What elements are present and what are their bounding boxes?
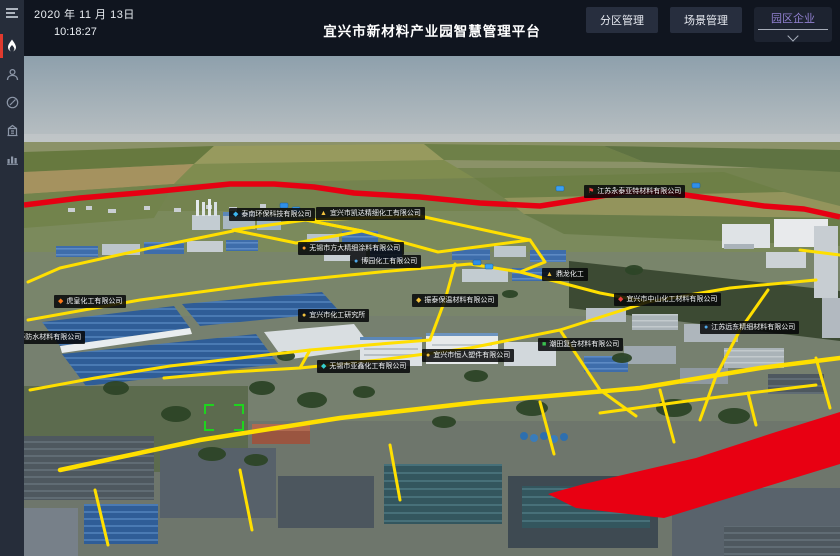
company-marker-icon: ◆	[416, 297, 421, 304]
company-label[interactable]: ◆宜兴市中山化工材料有限公司	[614, 293, 721, 306]
company-label-text: 振泰保温材料有限公司	[424, 296, 494, 305]
company-marker-icon: ●	[302, 312, 306, 319]
company-marker-icon: ■	[542, 341, 546, 348]
company-label[interactable]: ▲鼎龙化工	[542, 268, 588, 281]
sidebar-item-fire-monitor[interactable]	[0, 32, 24, 60]
company-marker-icon: ●	[704, 324, 708, 331]
company-marker-icon: ▲	[320, 210, 327, 217]
company-label-text: 江苏龙泰防水材料有限公司	[24, 333, 81, 342]
sidebar	[0, 0, 24, 556]
park-enterprise-dropdown[interactable]: 园区企业	[754, 7, 832, 42]
person-icon	[6, 68, 19, 81]
company-label-text: 博园化工有限公司	[361, 257, 417, 266]
sidebar-item-personnel[interactable]	[0, 60, 24, 88]
company-label-text: 无锡市亚鑫化工有限公司	[329, 362, 406, 371]
company-marker-icon: ◆	[618, 296, 623, 303]
company-label-text: 鼎龙化工	[556, 270, 584, 279]
company-label[interactable]: ■潮田复合材料有限公司	[538, 338, 623, 351]
company-marker-icon: ●	[426, 352, 430, 359]
header-actions: 分区管理 场景管理 园区企业	[586, 7, 832, 42]
company-marker-icon: ●	[354, 258, 358, 265]
company-marker-icon: ◆	[58, 298, 63, 305]
building-icon	[6, 124, 19, 137]
sidebar-item-enterprise[interactable]	[0, 116, 24, 144]
company-label-text: 泰南环保科技有限公司	[241, 210, 311, 219]
company-label-text: 宜兴市化工研究所	[309, 311, 365, 320]
park-enterprise-dropdown-label: 园区企业	[758, 10, 828, 30]
company-label-text: 宜兴市中山化工材料有限公司	[626, 295, 717, 304]
header-bar: 2020 年 11 月 13日 10:18:27 宜兴市新材料产业园智慧管理平台…	[24, 0, 840, 56]
company-marker-icon: ▲	[546, 271, 553, 278]
company-label[interactable]: ■江苏龙泰防水材料有限公司	[24, 331, 85, 344]
company-label[interactable]: ◆虎皇化工有限公司	[54, 295, 126, 308]
company-label-text: 潮田复合材料有限公司	[549, 340, 619, 349]
company-label-text: 虎皇化工有限公司	[66, 297, 122, 306]
company-label[interactable]: ⚑江苏永泰亚特材料有限公司	[584, 185, 685, 198]
company-marker-icon: ⚑	[588, 188, 594, 195]
company-label-text: 无锡市方大精细涂料有限公司	[309, 244, 400, 253]
company-label-text: 宜兴市恒人塑件有限公司	[433, 351, 510, 360]
company-label[interactable]: ●江苏远东精细材料有限公司	[700, 321, 799, 334]
company-marker-icon: ●	[302, 245, 306, 252]
company-label-text: 宜兴市凯达精细化工有限公司	[330, 209, 421, 218]
company-label[interactable]: ●宜兴市恒人塑件有限公司	[422, 349, 514, 362]
company-label[interactable]: ◆无锡市亚鑫化工有限公司	[317, 360, 410, 373]
company-label-text: 江苏远东精细材料有限公司	[711, 323, 795, 332]
chevron-down-icon	[787, 30, 798, 41]
sidebar-item-statistics[interactable]	[0, 144, 24, 172]
zone-management-button[interactable]: 分区管理	[586, 7, 658, 33]
chart-icon	[6, 152, 19, 165]
company-label-text: 江苏永泰亚特材料有限公司	[597, 187, 681, 196]
sidebar-item-monitor[interactable]	[0, 88, 24, 116]
header-time: 10:18:27	[54, 26, 97, 38]
menu-icon	[5, 7, 19, 19]
company-label[interactable]: ●宜兴市化工研究所	[298, 309, 369, 322]
company-label[interactable]: ●无锡市方大精细涂料有限公司	[298, 242, 404, 255]
company-label[interactable]: ●博园化工有限公司	[350, 255, 421, 268]
company-label[interactable]: ▲宜兴市凯达精细化工有限公司	[316, 207, 425, 220]
sidebar-item-menu[interactable]	[0, 0, 24, 26]
gauge-icon	[6, 96, 19, 109]
header-date: 2020 年 11 月 13日	[34, 6, 135, 22]
scene-management-button[interactable]: 场景管理	[670, 7, 742, 33]
company-label[interactable]: ◆振泰保温材料有限公司	[412, 294, 498, 307]
page-title: 宜兴市新材料产业园智慧管理平台	[323, 20, 541, 40]
map-viewport[interactable]: ◆泰南环保科技有限公司▲宜兴市凯达精细化工有限公司⚑江苏永泰亚特材料有限公司●无…	[24, 56, 840, 556]
company-marker-icon: ◆	[321, 363, 326, 370]
flame-icon	[6, 39, 18, 53]
company-marker-icon: ◆	[233, 211, 238, 218]
company-label[interactable]: ◆泰南环保科技有限公司	[229, 208, 315, 221]
